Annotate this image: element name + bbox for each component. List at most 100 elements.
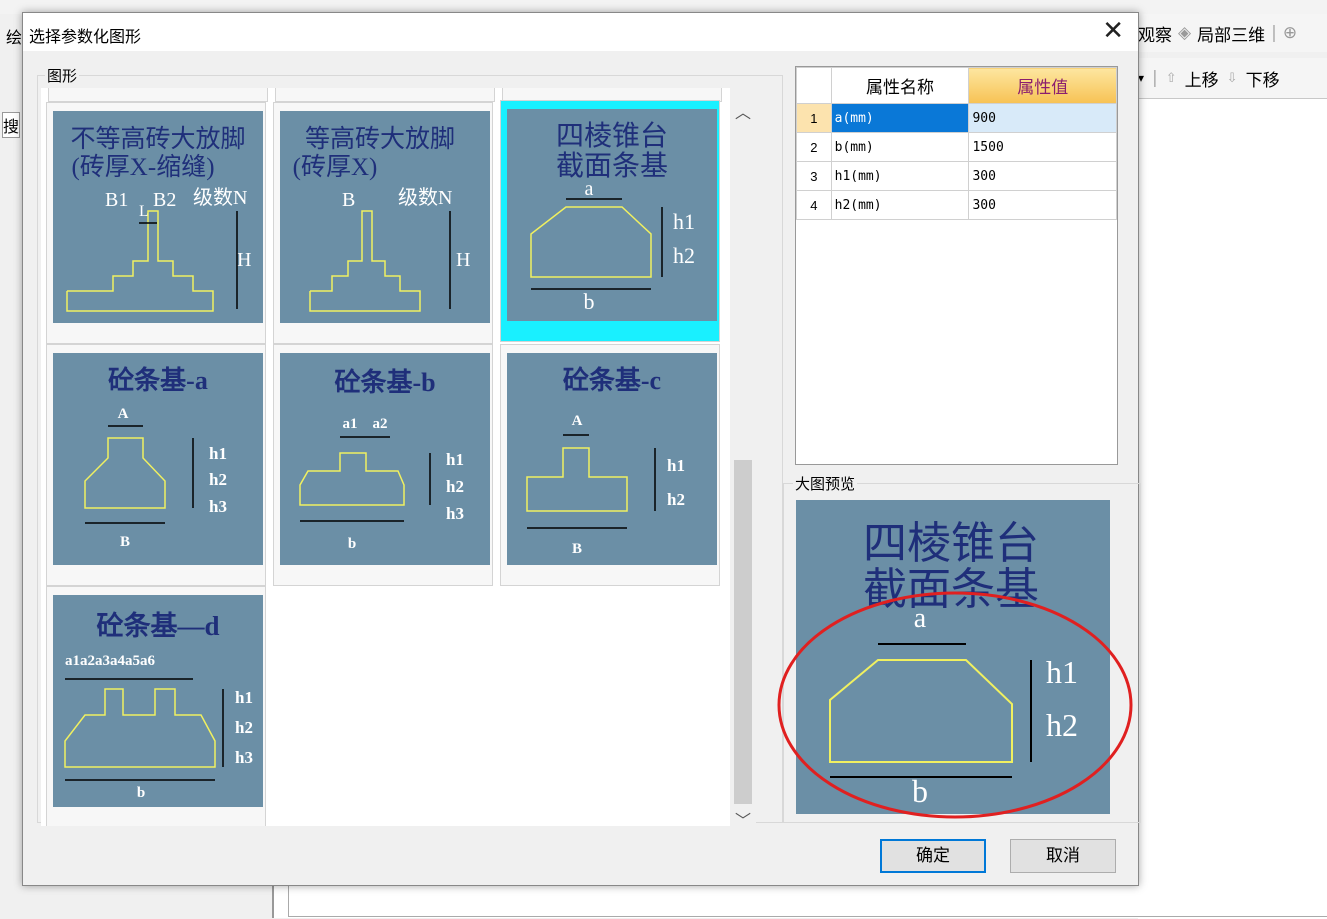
separator: |	[1152, 68, 1158, 88]
row-index: 4	[796, 190, 832, 220]
label-b: b	[137, 785, 145, 801]
label-b: B	[120, 534, 130, 550]
property-table[interactable]: 属性名称 属性值 1 a(mm) 900 2 b(mm) 1500 3 h1(m…	[795, 66, 1118, 465]
property-value-cell[interactable]: 1500	[968, 132, 1117, 162]
label-b: B	[342, 189, 355, 211]
shape-tile-concrete-strip-d[interactable]: 砼条基—d a1a2a3a4a5a6 h1 h2 h3 b	[46, 586, 266, 826]
tile-title-line2: (砖厚X)	[293, 153, 378, 181]
shape-thumbnail: 等高砖大放脚 (砖厚X) B 级数N H	[280, 111, 490, 323]
label-a: A	[118, 406, 129, 422]
ok-button[interactable]: 确定	[880, 839, 986, 873]
dialog-title: 选择参数化图形	[29, 27, 142, 46]
shape-thumbnail: 砼条基-b a1 a2 h1 h2 h3 b	[280, 353, 490, 565]
tile-title: 砼条基—d	[96, 611, 219, 641]
table-row[interactable]: 1 a(mm) 900	[796, 103, 1117, 133]
shape-thumbnail: 四棱锥台 截面条基 a h1 h2 b	[507, 109, 717, 321]
label-h1: h1	[235, 688, 253, 707]
shape-grid[interactable]: 不等高砖大放脚 (砖厚X-缩缝) B1 L B2 级数N H 等高砖大放脚 (砖…	[41, 88, 731, 826]
separator: |	[1271, 23, 1277, 43]
label-b2: B2	[153, 189, 176, 211]
label-h3: h3	[446, 504, 464, 523]
column-header-value[interactable]: 属性值	[968, 67, 1117, 104]
background-toolbar-second: ▾ | ⇧ 上移 ⇩ 下移	[1138, 58, 1327, 98]
label-h2: h2	[209, 470, 227, 489]
label-a: A	[572, 413, 583, 429]
label-h2: h2	[667, 490, 685, 509]
tile-title-line1: 四棱锥台	[556, 120, 668, 152]
property-name-cell[interactable]: h2(mm)	[830, 190, 970, 220]
tile-stub	[48, 88, 268, 102]
label-steps-n: 级数N	[398, 186, 452, 209]
table-row[interactable]: 3 h1(mm) 300	[796, 161, 1117, 191]
cancel-button[interactable]: 取消	[1010, 839, 1116, 873]
label-h2: h2	[235, 718, 253, 737]
tile-title-line1: 等高砖大放脚	[305, 125, 455, 153]
row-index: 2	[796, 132, 832, 162]
background-canvas	[1138, 98, 1327, 919]
shapes-group-label: 图形	[45, 65, 80, 86]
shape-tile-concrete-strip-c[interactable]: 砼条基-c A h1 h2 B	[500, 344, 720, 586]
tile-title: 砼条基-b	[334, 368, 435, 397]
row-index: 3	[796, 161, 832, 191]
preview-group-label: 大图预览	[793, 473, 858, 494]
label-h1: h1	[673, 209, 695, 234]
shape-grid-scrollbar[interactable]: ︿ ﹀	[730, 88, 756, 830]
tile-title: 砼条基-a	[108, 366, 208, 395]
tile-stub	[275, 88, 495, 102]
property-name-cell[interactable]: b(mm)	[830, 132, 970, 162]
property-name-cell[interactable]: h1(mm)	[830, 161, 970, 191]
add-circle-icon[interactable]: ⊕	[1283, 23, 1297, 43]
property-value-cell[interactable]: 900	[968, 103, 1117, 133]
shape-tile-truncated-pyramid[interactable]: 四棱锥台 截面条基 a h1 h2 b	[500, 100, 720, 342]
tile-title-line2: 截面条基	[556, 150, 668, 182]
eye-icon: ◈	[1178, 23, 1192, 43]
table-row[interactable]: 4 h2(mm) 300	[796, 190, 1117, 220]
column-header-name[interactable]: 属性名称	[830, 67, 970, 104]
tile-title: 砼条基-c	[563, 366, 661, 395]
label-a1-a6: a1a2a3a4a5a6	[65, 653, 156, 669]
label-steps-n: 级数N	[193, 186, 247, 209]
close-icon[interactable]: ✕	[1102, 18, 1124, 44]
label-h1: h1	[667, 456, 685, 475]
label-h3: h3	[209, 497, 227, 516]
label-h2: h2	[446, 477, 464, 496]
shape-thumbnail: 砼条基—d a1a2a3a4a5a6 h1 h2 h3 b	[53, 595, 263, 807]
label-b: B	[572, 541, 582, 557]
tile-title-line1: 不等高砖大放脚	[70, 125, 245, 153]
table-row[interactable]: 2 b(mm) 1500	[796, 132, 1117, 162]
label-h1: h1	[209, 444, 227, 463]
property-value-cell[interactable]: 300	[968, 161, 1117, 191]
red-annotation-ellipse	[777, 591, 1133, 819]
arrow-up-icon: ⇧	[1165, 70, 1177, 86]
scroll-down-icon[interactable]: ﹀	[730, 808, 756, 834]
row-header-corner	[796, 67, 832, 104]
shape-tile-unequal-brick-footing[interactable]: 不等高砖大放脚 (砖厚X-缩缝) B1 L B2 级数N H	[46, 102, 266, 344]
observe-button[interactable]: 观察	[1138, 21, 1172, 46]
dialog-titlebar[interactable]: 选择参数化图形 ✕	[23, 13, 1138, 51]
shape-tile-concrete-strip-a[interactable]: 砼条基-a A h1 h2 h3 B	[46, 344, 266, 586]
label-b: b	[584, 289, 595, 314]
background-search-stub[interactable]: 搜	[2, 112, 21, 138]
shape-tile-equal-brick-footing[interactable]: 等高砖大放脚 (砖厚X) B 级数N H	[273, 102, 493, 344]
shape-thumbnail: 砼条基-c A h1 h2 B	[507, 353, 717, 565]
move-down-button[interactable]: 下移	[1246, 66, 1280, 91]
tile-title-line2: (砖厚X-缩缝)	[71, 153, 214, 181]
label-a: a	[585, 178, 594, 200]
shape-tile-concrete-strip-b[interactable]: 砼条基-b a1 a2 h1 h2 h3 b	[273, 344, 493, 586]
move-up-button[interactable]: 上移	[1185, 66, 1219, 91]
scroll-up-icon[interactable]: ︿	[730, 100, 756, 126]
background-bottom-inner	[288, 884, 1327, 917]
background-left-strip: 绘 搜	[0, 14, 22, 918]
row-index: 1	[796, 103, 832, 133]
label-h1: h1	[446, 450, 464, 469]
arrow-down-icon: ⇩	[1226, 70, 1238, 86]
label-a1: a1	[343, 416, 358, 432]
scrollbar-thumb[interactable]	[734, 460, 752, 804]
shape-thumbnail: 砼条基-a A h1 h2 h3 B	[53, 353, 263, 565]
select-parametric-shape-dialog: 选择参数化图形 ✕ 图形 不等高砖大放脚 (砖厚X-缩缝) B1 L B2 级数…	[22, 12, 1141, 886]
label-h: H	[456, 249, 470, 271]
property-name-cell[interactable]: a(mm)	[830, 103, 970, 133]
local-3d-button[interactable]: 局部三维	[1197, 21, 1265, 46]
label-h3: h3	[235, 748, 253, 767]
property-value-cell[interactable]: 300	[968, 190, 1117, 220]
